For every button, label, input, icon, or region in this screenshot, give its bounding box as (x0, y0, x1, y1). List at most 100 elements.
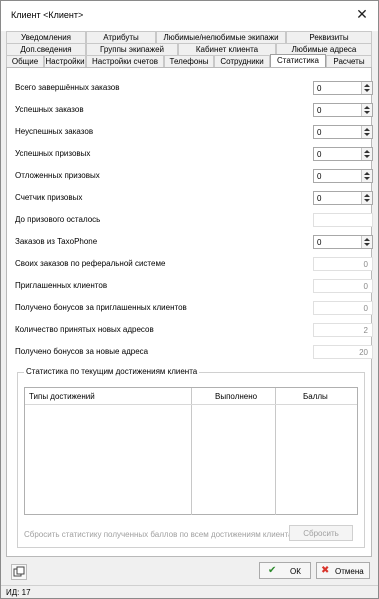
stat-value: 0 (317, 84, 322, 93)
stat-label: Получено бонусов за приглашенных клиенто… (15, 303, 187, 312)
tab-row-1: Уведомления Атрибуты Любимые/нелюбимые э… (6, 31, 372, 43)
spin-up-icon[interactable] (364, 172, 370, 175)
stat-value: 0 (363, 282, 368, 291)
tab-account-settings[interactable]: Настройки счетов (86, 55, 164, 67)
status-id: ИД: 17 (6, 588, 31, 597)
cancel-label: Отмена (335, 567, 364, 576)
stat-value: 0 (363, 260, 368, 269)
copy-button[interactable] (11, 564, 27, 580)
stat-spin-input[interactable]: 0 (313, 103, 373, 117)
column-header-points[interactable]: Баллы (303, 392, 328, 401)
tab-attributes[interactable]: Атрибуты (86, 31, 156, 43)
header-divider (25, 404, 357, 405)
spin-up-icon[interactable] (364, 238, 370, 241)
tab-favorite-crews[interactable]: Любимые/нелюбимые экипажи (156, 31, 286, 43)
tab-statistics[interactable]: Статистика (270, 54, 326, 67)
spinner-buttons[interactable] (361, 148, 372, 160)
spin-down-icon[interactable] (364, 155, 370, 158)
spinner-buttons[interactable] (361, 82, 372, 94)
spinner-buttons[interactable] (361, 192, 372, 204)
stat-label: До призового осталось (15, 215, 101, 224)
stat-spin-input[interactable]: 0 (313, 81, 373, 95)
status-bar: ИД: 17 (1, 585, 378, 599)
spin-up-icon[interactable] (364, 150, 370, 153)
stat-value: 2 (363, 326, 368, 335)
stat-row: Приглашенных клиентов 0 (15, 279, 373, 293)
spin-up-icon[interactable] (364, 106, 370, 109)
stat-row: Получено бонусов за приглашенных клиенто… (15, 301, 373, 315)
stat-row: Отложенных призовых 0 (15, 169, 373, 183)
spin-down-icon[interactable] (364, 177, 370, 180)
cancel-icon: ✖ (321, 565, 330, 576)
spin-up-icon[interactable] (364, 128, 370, 131)
stat-label: Отложенных призовых (15, 171, 100, 180)
copy-icon (13, 566, 25, 577)
column-header-done[interactable]: Выполнено (215, 392, 257, 401)
tab-employees[interactable]: Сотрудники (214, 55, 270, 67)
spinner-buttons[interactable] (361, 104, 372, 116)
stat-spin-input[interactable]: 0 (313, 191, 373, 205)
spin-down-icon[interactable] (364, 243, 370, 246)
ok-button[interactable]: ✔ ОК (259, 562, 311, 579)
column-header-type[interactable]: Типы достижений (29, 392, 95, 401)
stat-row: Заказов из TaxoPhone 0 (15, 235, 373, 249)
stat-value: 0 (317, 238, 322, 247)
close-icon[interactable]: ✕ (354, 6, 370, 22)
stat-spin-input[interactable]: 0 (313, 169, 373, 183)
column-divider (275, 388, 276, 515)
achievements-group: Статистика по текущим достижениям клиент… (17, 367, 365, 548)
stat-value: 0 (317, 194, 322, 203)
stat-row: Неуспешных заказов 0 (15, 125, 373, 139)
stat-spin-input[interactable]: 0 (313, 125, 373, 139)
stat-label: Всего завершённых заказов (15, 83, 120, 92)
tab-additional-info[interactable]: Доп.сведения (6, 43, 86, 55)
stat-value: 0 (363, 304, 368, 313)
reset-stats-label: Сбросить статистику полученных баллов по… (24, 530, 293, 539)
tab-crew-groups[interactable]: Группы экипажей (86, 43, 178, 55)
stat-row: Всего завершённых заказов 0 (15, 81, 373, 95)
stat-readonly-field: 0 (313, 257, 373, 271)
achievements-legend: Статистика по текущим достижениям клиент… (24, 367, 200, 376)
statistics-panel: Всего завершённых заказов 0 Успешных заказ… (6, 67, 373, 557)
achievements-table[interactable]: Типы достижений Выполнено Баллы (24, 387, 358, 515)
tab-settings[interactable]: Настройки (44, 55, 86, 67)
stat-label: Успешных заказов (15, 105, 84, 114)
spinner-buttons[interactable] (361, 236, 372, 248)
spinner-buttons[interactable] (361, 170, 372, 182)
spin-down-icon[interactable] (364, 89, 370, 92)
cancel-button[interactable]: ✖ Отмена (316, 562, 370, 579)
spin-down-icon[interactable] (364, 111, 370, 114)
ok-label: ОК (290, 567, 301, 576)
stat-value: 0 (317, 172, 322, 181)
tab-row-3: Общие Настройки Настройки счетов Телефон… (6, 54, 372, 67)
stat-value: 0 (317, 128, 322, 137)
stat-row: До призового осталось (15, 213, 373, 227)
tab-phones[interactable]: Телефоны (164, 55, 214, 67)
stat-label: Неуспешных заказов (15, 127, 94, 136)
reset-stats-button[interactable]: Сбросить (289, 525, 353, 541)
stat-row: Успешных заказов 0 (15, 103, 373, 117)
stat-spin-input[interactable]: 0 (313, 147, 373, 161)
stat-spin-input[interactable]: 0 (313, 235, 373, 249)
spin-down-icon[interactable] (364, 199, 370, 202)
tab-client-cabinet[interactable]: Кабинет клиента (178, 43, 276, 55)
client-dialog: Клиент <Клиент> ✕ Уведомления Атрибуты Л… (0, 0, 379, 599)
tab-requisites[interactable]: Реквизиты (286, 31, 372, 43)
tab-notifications[interactable]: Уведомления (6, 31, 86, 43)
stat-readonly-field: 0 (313, 301, 373, 315)
spin-up-icon[interactable] (364, 194, 370, 197)
check-icon: ✔ (268, 565, 277, 576)
stat-row: Успешных призовых 0 (15, 147, 373, 161)
stat-empty-field (313, 213, 373, 227)
window-title: Клиент <Клиент> (11, 10, 84, 20)
tab-calculations[interactable]: Расчеты (326, 55, 372, 67)
stat-row: Счетчик призовых 0 (15, 191, 373, 205)
tab-general[interactable]: Общие (6, 55, 44, 67)
stat-label: Количество принятых новых адресов (15, 325, 154, 334)
spin-down-icon[interactable] (364, 133, 370, 136)
stat-label: Своих заказов по реферальной системе (15, 259, 166, 268)
title-bar: Клиент <Клиент> ✕ (1, 1, 378, 31)
stat-label: Приглашенных клиентов (15, 281, 108, 290)
spin-up-icon[interactable] (364, 84, 370, 87)
spinner-buttons[interactable] (361, 126, 372, 138)
